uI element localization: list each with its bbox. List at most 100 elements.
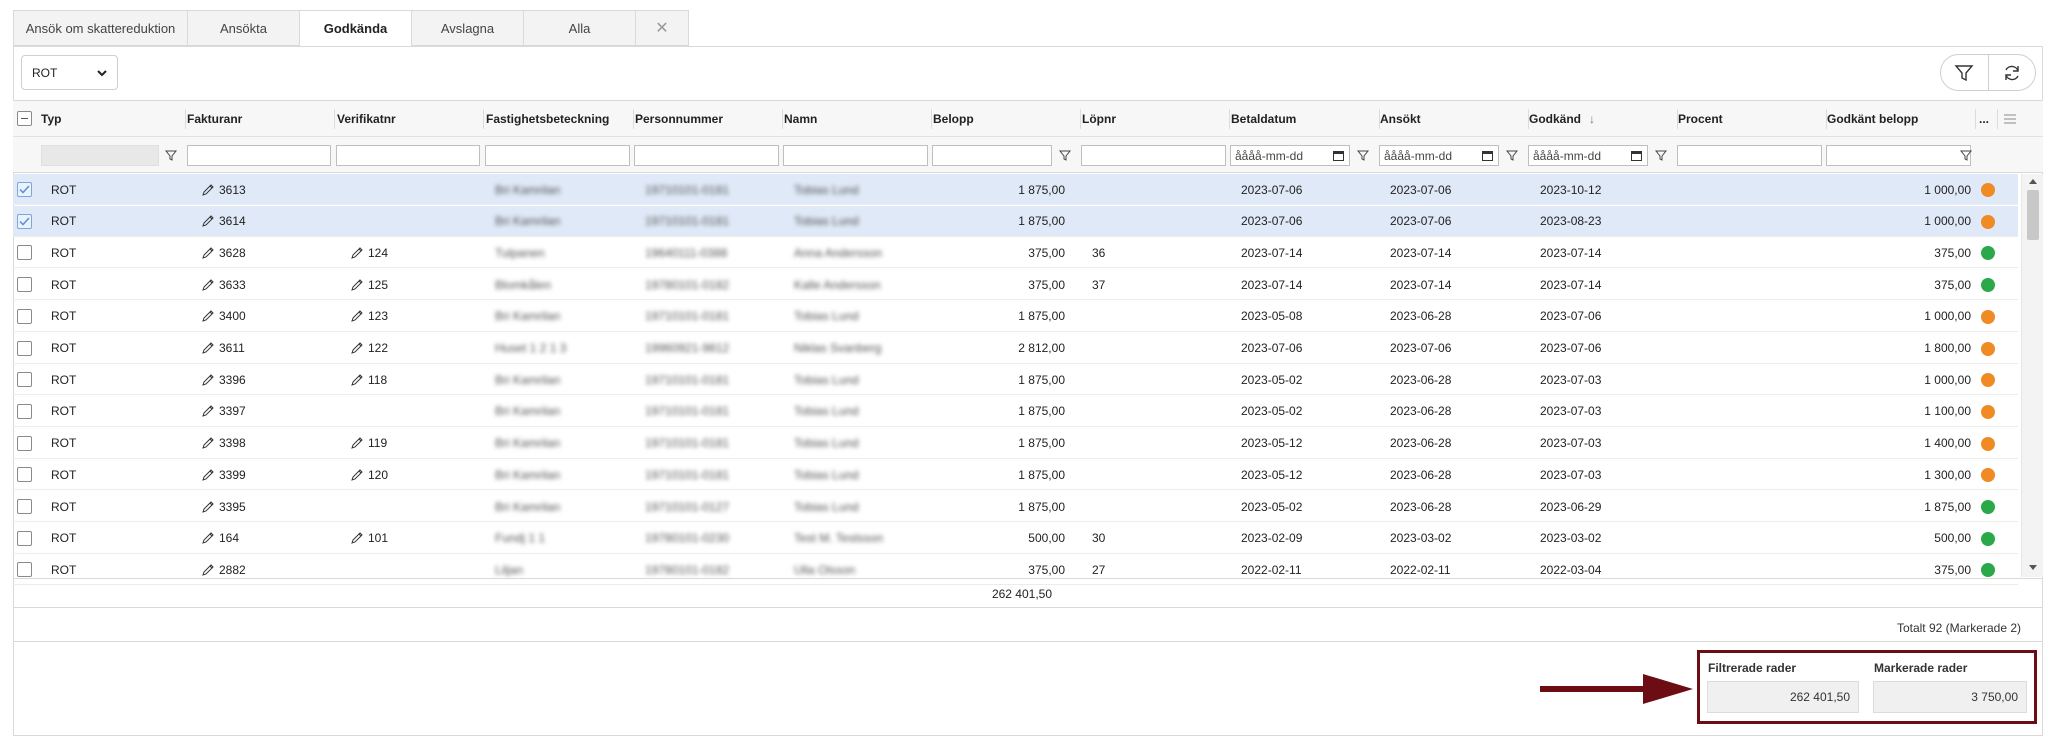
- scrollbar-thumb[interactable]: [2027, 190, 2039, 240]
- col-lopnr[interactable]: Löpnr: [1078, 101, 1116, 137]
- col-more[interactable]: ...: [1975, 101, 1989, 137]
- table-row[interactable]: ROT 3395 Bri Kamrilan 19710101-0127 Tobias L…: [13, 491, 2018, 522]
- refresh-button[interactable]: [1987, 55, 2036, 90]
- calendar-icon[interactable]: [1333, 150, 1344, 161]
- table-row[interactable]: ROT 164 101 Fundj 1 1 19780101-0230 Test M. T…: [13, 523, 2018, 554]
- tab-rejected[interactable]: Avslagna: [411, 10, 523, 46]
- edit-pencil-icon[interactable]: [350, 278, 364, 292]
- row-checkbox[interactable]: [17, 308, 32, 324]
- row-checkbox[interactable]: [17, 499, 32, 514]
- tab-applied[interactable]: Ansökta: [187, 10, 299, 46]
- data-grid: Typ Fakturanr Verifikatnr Fastighetsbete…: [13, 100, 2043, 640]
- col-personnummer[interactable]: Personnummer: [631, 101, 723, 137]
- col-verifikatnr[interactable]: Verifikatnr: [333, 101, 396, 137]
- tab-all[interactable]: Alla: [523, 10, 635, 46]
- edit-pencil-icon[interactable]: [350, 468, 364, 482]
- table-row[interactable]: ROT 3613 Bri Kamrilan 19710101-0181 Tobias L…: [13, 174, 2018, 205]
- filter-icon[interactable]: [1356, 148, 1370, 162]
- filter-lopnr[interactable]: [1081, 145, 1226, 166]
- table-row[interactable]: ROT 3398 119 Bri Kamrilan 19710101-0181 Tobia…: [13, 428, 2018, 459]
- edit-pencil-icon[interactable]: [201, 278, 215, 292]
- tab-apply[interactable]: Ansök om skattereduktion: [13, 10, 187, 46]
- edit-pencil-icon[interactable]: [201, 500, 215, 514]
- filter-button[interactable]: [1941, 55, 1988, 90]
- filter-betaldatum[interactable]: åååå-mm-dd: [1230, 145, 1350, 166]
- vertical-scrollbar[interactable]: [2021, 174, 2043, 577]
- row-checkbox[interactable]: [17, 562, 32, 578]
- filter-godkant-belopp[interactable]: [1826, 145, 1971, 166]
- edit-pencil-icon[interactable]: [350, 341, 364, 355]
- edit-pencil-icon[interactable]: [201, 246, 215, 260]
- edit-pencil-icon[interactable]: [350, 531, 364, 545]
- row-checkbox[interactable]: [17, 277, 32, 293]
- edit-pencil-icon[interactable]: [201, 214, 215, 228]
- col-ansokt[interactable]: Ansökt: [1376, 101, 1421, 137]
- filter-namn[interactable]: [783, 145, 928, 166]
- filter-icon[interactable]: [1058, 148, 1072, 162]
- table-row[interactable]: ROT 3633 125 Blomkålen 19780101-0182 Kalle An…: [13, 269, 2018, 301]
- filter-fakturanr[interactable]: [187, 145, 331, 166]
- row-checkbox[interactable]: [17, 245, 32, 261]
- filter-icon[interactable]: [1959, 148, 1973, 162]
- filter-belopp[interactable]: [932, 145, 1052, 166]
- scroll-down-icon[interactable]: [2028, 564, 2038, 572]
- table-row[interactable]: ROT 3611 122 Huset 1 2 1 3 19960921-9812 Nikl…: [13, 333, 2018, 364]
- filter-icon[interactable]: [1505, 148, 1519, 162]
- edit-pencil-icon[interactable]: [201, 309, 215, 323]
- filter-personnummer[interactable]: [634, 145, 779, 166]
- edit-pencil-icon[interactable]: [201, 563, 215, 577]
- row-checkbox[interactable]: [17, 213, 32, 229]
- scroll-up-icon[interactable]: [2028, 177, 2038, 185]
- calendar-icon[interactable]: [1631, 150, 1642, 161]
- row-checkbox[interactable]: [17, 435, 32, 451]
- col-godkand[interactable]: Godkänd ↓: [1525, 101, 1595, 137]
- calendar-icon[interactable]: [1482, 150, 1493, 161]
- table-row[interactable]: ROT 3628 124 Tulpanen 19640111-0388 Anna Ande…: [13, 237, 2018, 269]
- select-all-checkbox[interactable]: [17, 111, 32, 126]
- tab-approved[interactable]: Godkända: [299, 10, 411, 47]
- row-checkbox[interactable]: [17, 403, 32, 419]
- edit-pencil-icon[interactable]: [201, 373, 215, 387]
- edit-pencil-icon[interactable]: [350, 436, 364, 450]
- col-namn[interactable]: Namn: [780, 101, 817, 137]
- row-checkbox[interactable]: [17, 530, 32, 546]
- edit-pencil-icon[interactable]: [201, 404, 215, 418]
- filter-icon[interactable]: [164, 148, 178, 162]
- col-betaldatum[interactable]: Betaldatum: [1227, 101, 1296, 137]
- edit-pencil-icon[interactable]: [201, 468, 215, 482]
- edit-pencil-icon[interactable]: [350, 246, 364, 260]
- filter-typ[interactable]: [41, 145, 159, 166]
- table-row[interactable]: ROT 3396 118 Bri Kamrilan 19710101-0181 Tobia…: [13, 364, 2018, 396]
- col-typ[interactable]: Typ: [37, 101, 61, 137]
- row-checkbox[interactable]: [17, 182, 32, 197]
- edit-pencil-icon[interactable]: [201, 183, 215, 197]
- col-fakturanr[interactable]: Fakturanr: [183, 101, 242, 137]
- type-select[interactable]: ROT: [21, 55, 118, 90]
- col-godkant-belopp[interactable]: Godkänt belopp: [1823, 101, 1918, 137]
- edit-pencil-icon[interactable]: [350, 373, 364, 387]
- filter-row: åååå-mm-dd åååå-mm-dd åååå-mm-dd: [13, 137, 2043, 173]
- col-procent[interactable]: Procent: [1674, 101, 1723, 137]
- filter-fastighet[interactable]: [485, 145, 630, 166]
- cell-verifikatnr: 119: [350, 428, 470, 459]
- edit-pencil-icon[interactable]: [201, 531, 215, 545]
- col-belopp[interactable]: Belopp: [929, 101, 974, 137]
- table-row[interactable]: ROT 3397 Bri Kamrilan 19710101-0181 Tobias L…: [13, 396, 2018, 427]
- row-checkbox[interactable]: [17, 467, 32, 483]
- table-row[interactable]: ROT 3614 Bri Kamrilan 19710101-0181 Tobias L…: [13, 205, 2018, 237]
- column-menu-icon[interactable]: [2004, 113, 2016, 125]
- filter-verifikatnr[interactable]: [336, 145, 480, 166]
- edit-pencil-icon[interactable]: [350, 309, 364, 323]
- row-checkbox[interactable]: [17, 372, 32, 388]
- table-row[interactable]: ROT 3399 120 Bri Kamrilan 19710101-0181 Tobia…: [13, 459, 2018, 491]
- edit-pencil-icon[interactable]: [201, 341, 215, 355]
- close-tab-icon[interactable]: ✕: [635, 10, 689, 46]
- table-row[interactable]: ROT 3400 123 Bri Kamrilan 19710101-0181 Tobia…: [13, 301, 2018, 332]
- row-checkbox[interactable]: [17, 340, 32, 356]
- filter-procent[interactable]: [1677, 145, 1822, 166]
- col-fastighet[interactable]: Fastighetsbeteckning: [482, 101, 609, 137]
- filter-godkand[interactable]: åååå-mm-dd: [1528, 145, 1648, 166]
- filter-ansokt[interactable]: åååå-mm-dd: [1379, 145, 1499, 166]
- edit-pencil-icon[interactable]: [201, 436, 215, 450]
- filter-icon[interactable]: [1654, 148, 1668, 162]
